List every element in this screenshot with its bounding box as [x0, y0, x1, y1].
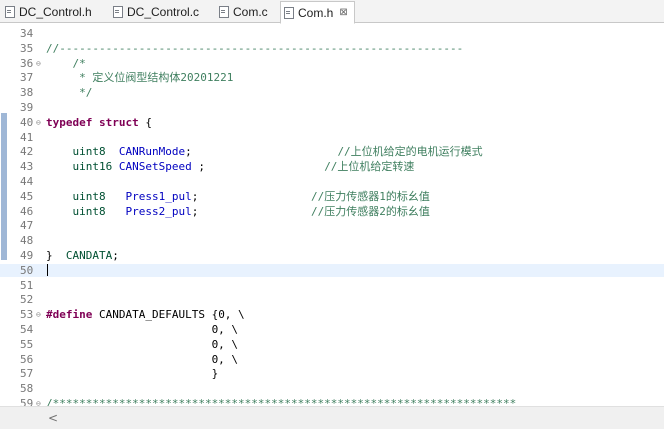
fold-toggle-icon[interactable]: ⊖	[36, 308, 41, 321]
code-line[interactable]: 57 }	[0, 367, 664, 380]
code-line[interactable]: 55 0, \	[0, 338, 664, 351]
tab-com-h[interactable]: Com.h ⊠	[280, 1, 355, 24]
code-line[interactable]: 41	[0, 131, 664, 144]
line-number: 41	[20, 130, 34, 144]
code-text[interactable]: */	[46, 86, 92, 99]
code-line[interactable]: 38 */	[0, 86, 664, 99]
line-number: 56	[20, 352, 34, 366]
tab-label: DC_Control.c	[127, 5, 200, 19]
line-number: 49	[20, 249, 34, 262]
fold-toggle-icon[interactable]: ⊖	[36, 116, 41, 129]
code-line[interactable]: 52	[0, 293, 664, 306]
code-line[interactable]: 47	[0, 219, 664, 232]
code-line[interactable]: 40 ⊖ typedef struct {	[0, 116, 664, 129]
code-line[interactable]: 34	[0, 27, 664, 40]
line-number: 38	[20, 86, 34, 100]
code-text[interactable]: uint8 Press1_pul; //压力传感器1的标幺值	[46, 190, 430, 203]
code-line[interactable]: 58	[0, 382, 664, 395]
editor-tab-bar: DC_Control.h DC_Control.c Com.c Com.h ⊠	[0, 0, 664, 24]
code-line[interactable]: 50	[0, 263, 664, 277]
line-number: 39	[20, 101, 34, 114]
code-text[interactable]: 0, \	[46, 353, 239, 366]
tab-label: Com.h	[298, 5, 334, 20]
tab-dc-control-c[interactable]: DC_Control.c	[110, 2, 199, 22]
code-text[interactable]: 0, \	[46, 323, 239, 336]
code-text[interactable]: * 定义位阀型结构体20201221	[46, 71, 233, 84]
code-line[interactable]: 48	[0, 234, 664, 247]
line-number: 50	[20, 263, 34, 277]
line-number: 43	[20, 160, 34, 174]
header-file-icon	[5, 6, 15, 18]
code-line[interactable]: 59 ⊖/************************************…	[0, 397, 664, 406]
code-line[interactable]: 46 uint8 Press2_pul; //压力传感器2的标幺值	[0, 205, 664, 218]
line-number: 57	[20, 367, 34, 381]
code-text[interactable]: uint16 CANSetSpeed ; //上位机给定转速	[46, 160, 415, 173]
code-text[interactable]: } CANDATA;	[46, 249, 119, 262]
code-text[interactable]	[46, 263, 48, 277]
code-line[interactable]: 45 uint8 Press1_pul; //压力传感器1的标幺值	[0, 190, 664, 203]
code-text[interactable]: uint8 Press2_pul; //压力传感器2的标幺值	[46, 205, 430, 218]
code-line[interactable]: 51	[0, 279, 664, 292]
code-text[interactable]: 0, \	[46, 338, 239, 351]
line-number: 55	[20, 337, 34, 351]
line-number: 48	[20, 234, 34, 248]
scroll-left-icon[interactable]: <	[48, 411, 58, 425]
line-number: 46	[20, 204, 34, 218]
tab-com-c[interactable]: Com.c	[216, 2, 268, 22]
code-line[interactable]: 54 0, \	[0, 323, 664, 336]
line-number: 34	[20, 27, 34, 40]
code-line[interactable]: 43 uint16 CANSetSpeed ; //上位机给定转速	[0, 160, 664, 173]
line-number: 58	[20, 382, 34, 396]
code-text[interactable]: typedef struct {	[46, 116, 152, 129]
c-file-icon	[219, 6, 229, 18]
code-text[interactable]: uint8 CANRunMode; //上位机给定的电机运行模式	[46, 145, 483, 158]
close-tab-icon[interactable]: ⊠	[339, 7, 347, 18]
code-text[interactable]: #define CANDATA_DEFAULTS {0, \	[46, 308, 245, 321]
code-line[interactable]: 35 //------------------------------------…	[0, 42, 664, 55]
code-line[interactable]: 53 ⊖ #define CANDATA_DEFAULTS {0, \	[0, 308, 664, 321]
code-line[interactable]: 39	[0, 101, 664, 114]
c-file-icon	[113, 6, 123, 18]
tab-label: DC_Control.h	[19, 5, 92, 19]
code-text[interactable]: /*	[46, 57, 86, 70]
fold-toggle-icon[interactable]: ⊖	[36, 397, 41, 406]
code-text[interactable]: //--------------------------------------…	[46, 42, 463, 55]
code-line[interactable]: 44	[0, 175, 664, 188]
code-text[interactable]: /***************************************…	[46, 397, 516, 406]
code-editor[interactable]: 34 35 //----------------------------------…	[0, 23, 664, 406]
code-line[interactable]: 49 } CANDATA;	[0, 249, 664, 262]
line-number: 47	[20, 219, 34, 233]
tab-label: Com.c	[233, 5, 268, 19]
header-file-icon	[284, 6, 294, 19]
code-text[interactable]: }	[46, 367, 219, 380]
code-line[interactable]: 42 uint8 CANRunMode; //上位机给定的电机运行模式	[0, 145, 664, 158]
code-line[interactable]: 56 0, \	[0, 353, 664, 366]
line-number: 54	[20, 323, 34, 336]
line-number: 42	[20, 145, 34, 159]
code-line[interactable]: 37 * 定义位阀型结构体20201221	[0, 71, 664, 84]
fold-toggle-icon[interactable]: ⊖	[36, 57, 41, 70]
line-number: 52	[20, 293, 34, 307]
line-number: 45	[20, 189, 34, 203]
line-number: 51	[20, 278, 34, 292]
line-number: 37	[20, 71, 34, 85]
horizontal-scrollbar[interactable]: <	[0, 406, 664, 429]
line-number: 44	[20, 175, 34, 188]
line-number: 35	[20, 41, 34, 55]
tab-dc-control-h[interactable]: DC_Control.h	[2, 2, 92, 22]
code-line[interactable]: 36 ⊖ /*	[0, 57, 664, 70]
